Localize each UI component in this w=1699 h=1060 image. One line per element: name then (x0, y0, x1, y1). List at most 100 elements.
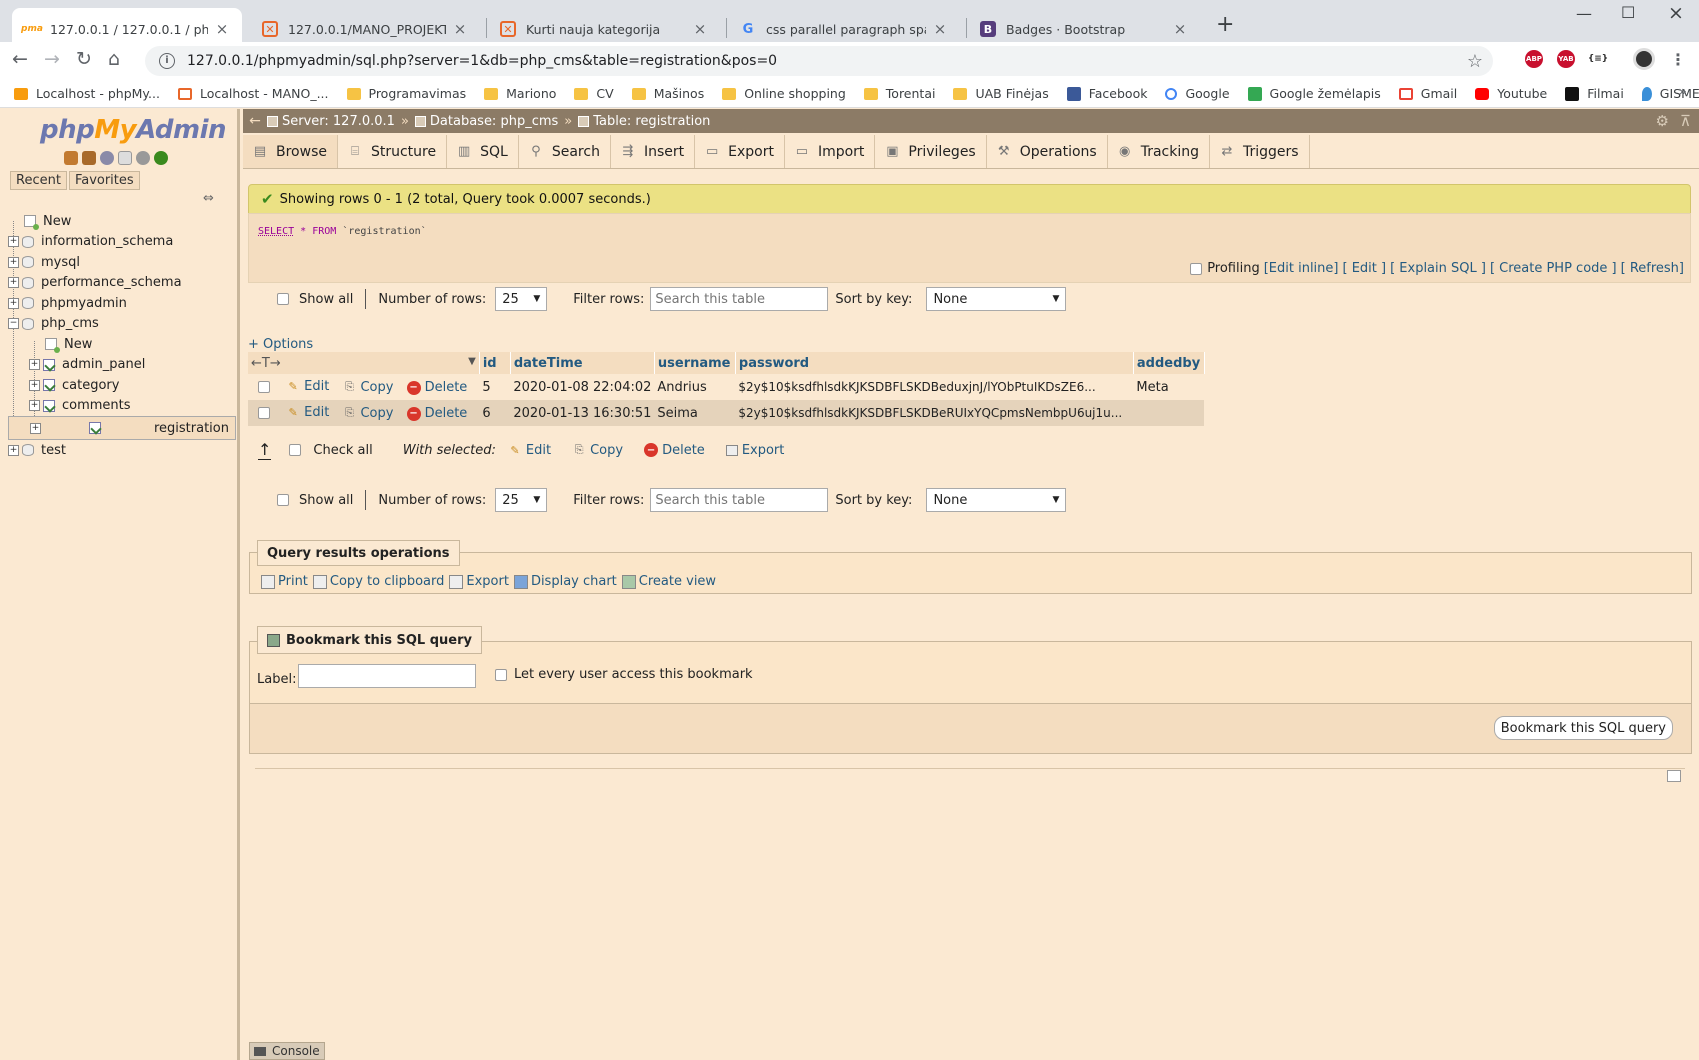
num-rows-select[interactable]: 25 ▼ (495, 287, 548, 311)
column-nav-icon[interactable]: ←T→ (251, 356, 281, 371)
create-view-link[interactable]: Create view (621, 574, 716, 589)
row-checkbox[interactable] (258, 380, 270, 393)
sql-keyword[interactable]: SELECT (258, 226, 294, 237)
home-icon[interactable]: ⌂ (108, 48, 120, 70)
docs-icon[interactable] (118, 151, 132, 165)
tree-table-comments[interactable]: + comments (8, 396, 236, 417)
tree-db-php-cms[interactable]: − php_cms (8, 314, 236, 335)
tree-db-phpmyadmin[interactable]: + phpmyadmin (8, 293, 236, 314)
new-tab-button[interactable]: + (1216, 12, 1234, 37)
bookmark-shared-checkbox[interactable] (495, 669, 507, 681)
url-text[interactable]: 127.0.0.1/phpmyadmin/sql.php?server=1&db… (187, 53, 1467, 69)
bookmark-item[interactable]: Filmai (1565, 86, 1624, 101)
tab-tracking[interactable]: ◉ Tracking (1108, 135, 1210, 168)
expand-icon[interactable]: + (8, 256, 19, 268)
bookmarks-more-icon[interactable]: » (1678, 84, 1687, 100)
forward-icon[interactable]: → (44, 48, 60, 70)
profiling-checkbox[interactable] (1190, 262, 1203, 275)
bulk-delete-button[interactable]: − Delete (644, 443, 705, 458)
expand-icon[interactable]: + (8, 236, 19, 248)
sql-query-text[interactable]: SELECT * FROM `registration` (258, 226, 427, 237)
bookmark-label-input[interactable] (298, 664, 476, 688)
edit-inline-link[interactable]: [Edit inline] (1264, 261, 1339, 276)
tree-db-information-schema[interactable]: + information_schema (8, 232, 236, 253)
sort-by-key-select[interactable]: None ▼ (926, 488, 1067, 512)
bulk-copy-button[interactable]: ⎘ Copy (572, 443, 623, 458)
bookmark-folder[interactable]: UAB Finėjas (953, 86, 1049, 101)
bookmark-folder[interactable]: Programavimas (346, 86, 466, 101)
cell-id[interactable]: 6 (479, 400, 511, 426)
options-toggle[interactable]: + Options (248, 337, 313, 352)
maximize-icon[interactable]: ☐ (1621, 3, 1635, 22)
edit-row-button[interactable]: ✎ Edit (286, 405, 330, 420)
tab-operations[interactable]: ⚒ Operations (987, 135, 1108, 168)
info-icon[interactable]: i (159, 53, 175, 69)
edit-row-button[interactable]: ✎ Edit (286, 379, 330, 394)
bookmark-folder[interactable]: Mariono (484, 86, 556, 101)
breadcrumb-table[interactable]: Table: registration (578, 114, 710, 129)
delete-row-button[interactable]: − Delete (406, 380, 467, 395)
settings-icon[interactable] (136, 151, 150, 165)
bookmark-submit-button[interactable]: Bookmark this SQL query (1493, 716, 1673, 740)
bookmark-item[interactable]: Facebook (1066, 86, 1147, 101)
tab-privileges[interactable]: ▣ Privileges (875, 135, 987, 168)
expand-icon[interactable]: + (29, 359, 40, 371)
cell-addedby[interactable] (1133, 400, 1205, 426)
tab-sql[interactable]: ▥ SQL (447, 135, 519, 168)
tree-new-table[interactable]: New (8, 334, 236, 355)
adblock-extension-icon[interactable]: ABP (1525, 50, 1543, 68)
expand-icon[interactable]: + (30, 422, 41, 434)
tree-db-performance-schema[interactable]: + performance_schema (8, 273, 236, 294)
bookmark-star-icon[interactable]: ☆ (1467, 51, 1483, 72)
pma-logo[interactable]: phpMyAdmin (40, 115, 227, 145)
column-header-password[interactable]: password (735, 352, 1134, 374)
row-checkbox[interactable] (258, 406, 270, 419)
close-tab-icon[interactable]: × (452, 20, 468, 38)
minimize-icon[interactable]: — (1576, 4, 1592, 23)
tree-new-database[interactable]: New (8, 211, 236, 232)
column-header-datetime[interactable]: dateTime (510, 352, 655, 374)
close-tab-icon[interactable]: × (692, 20, 708, 38)
favorites-tab[interactable]: Favorites (68, 171, 140, 190)
tab-import[interactable]: ▭ Import (785, 135, 876, 168)
print-link[interactable]: Print (261, 574, 308, 589)
check-all-label[interactable]: Check all (313, 443, 372, 458)
tree-table-category[interactable]: + category (8, 375, 236, 396)
cell-password[interactable]: $2y$10$ksdfhlsdkKJKSDBFLSKDBeRUIxYQCpmsN… (735, 400, 1134, 426)
address-bar[interactable]: i 127.0.0.1/phpmyadmin/sql.php?server=1&… (145, 46, 1493, 76)
num-rows-select[interactable]: 25 ▼ (495, 488, 548, 512)
settings-gear-icon[interactable]: ⚙ (1656, 112, 1669, 130)
breadcrumb-database[interactable]: Database: php_cms (414, 114, 558, 129)
menu-icon[interactable]: ⋮ (1669, 50, 1687, 69)
tree-table-admin-panel[interactable]: + admin_panel (8, 355, 236, 376)
delete-row-button[interactable]: − Delete (406, 406, 467, 421)
cell-addedby[interactable]: Meta (1133, 374, 1204, 400)
close-tab-icon[interactable]: × (1172, 20, 1188, 38)
expand-icon[interactable]: + (8, 444, 19, 456)
recent-tab[interactable]: Recent (10, 171, 67, 190)
bookmark-folder[interactable]: Online shopping (722, 86, 846, 101)
collapse-nav-icon[interactable]: ← (243, 113, 267, 129)
tab-export[interactable]: ▭ Export (695, 135, 785, 168)
check-all-checkbox[interactable] (289, 444, 302, 456)
expand-icon[interactable]: + (29, 400, 40, 412)
copy-to-clipboard-link[interactable]: Copy to clipboard (312, 574, 444, 589)
yab-extension-icon[interactable]: YAB (1557, 50, 1575, 68)
tab-triggers[interactable]: ⇄ Triggers (1210, 135, 1310, 168)
copy-row-button[interactable]: ⎘ Copy (342, 406, 393, 421)
help-icon[interactable] (100, 151, 114, 165)
bulk-edit-button[interactable]: ✎ Edit (508, 443, 551, 458)
refresh-link[interactable]: [ Refresh] (1621, 261, 1684, 276)
expand-icon[interactable]: + (29, 379, 40, 391)
column-header-addedby[interactable]: addedby (1133, 352, 1205, 374)
column-header-username[interactable]: username (654, 352, 736, 374)
sort-by-key-select[interactable]: None ▼ (926, 287, 1067, 311)
back-icon[interactable]: ← (12, 48, 28, 70)
tab-browse[interactable]: ▤ Browse (243, 135, 338, 168)
bookmark-item[interactable]: Localhost - phpMy... (14, 86, 160, 101)
tab-structure[interactable]: ⌸ Structure (338, 135, 448, 168)
filter-rows-input[interactable] (650, 287, 829, 311)
export-link[interactable]: Export (449, 574, 509, 589)
expand-icon[interactable]: + (8, 297, 19, 309)
edit-query-link[interactable]: [ Edit ] (1342, 261, 1386, 276)
